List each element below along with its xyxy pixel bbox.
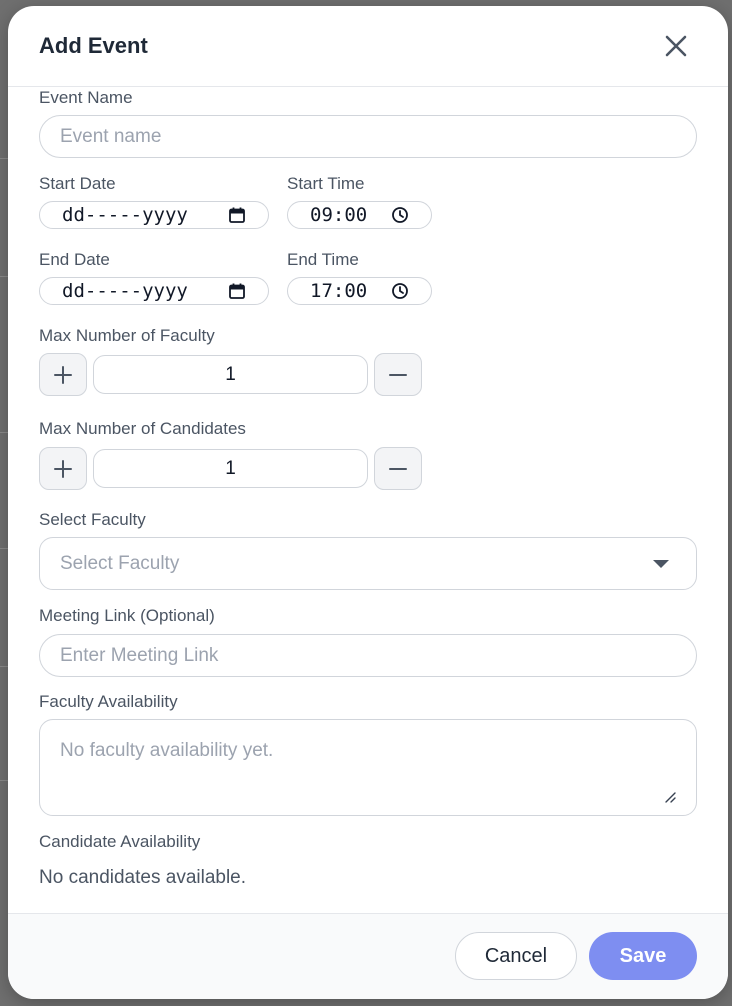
- max-candidates-value[interactable]: 1: [93, 449, 368, 488]
- clock-icon: [392, 283, 408, 299]
- max-faculty-value[interactable]: 1: [93, 355, 368, 394]
- max-faculty-label: Max Number of Faculty: [39, 326, 215, 345]
- event-name-label: Event Name: [39, 88, 133, 107]
- max-faculty-decrement-button[interactable]: [374, 353, 422, 396]
- minus-icon: [389, 373, 407, 376]
- add-event-modal: Add Event Event Name Start Date Start Ti…: [8, 6, 728, 999]
- modal-footer: Cancel Save: [8, 913, 728, 999]
- modal-title: Add Event: [39, 33, 148, 58]
- faculty-availability-label: Faculty Availability: [39, 692, 178, 711]
- plus-icon: [54, 459, 72, 478]
- candidate-availability-label: Candidate Availability: [39, 832, 201, 851]
- candidate-availability-empty-text: No candidates available.: [39, 867, 247, 888]
- modal-header: Add Event: [8, 6, 728, 87]
- end-time-value: 17:00: [310, 280, 368, 302]
- minus-icon: [389, 467, 407, 470]
- end-time-input[interactable]: 17:00: [287, 277, 432, 305]
- event-name-input[interactable]: [39, 115, 697, 158]
- end-date-input[interactable]: dd-----yyyy: [39, 277, 269, 305]
- save-button[interactable]: Save: [589, 932, 697, 980]
- start-time-input[interactable]: 09:00: [287, 201, 432, 229]
- modal-body: Event Name Start Date Start Time dd-----…: [8, 87, 728, 913]
- resize-handle-icon[interactable]: [662, 789, 676, 803]
- select-faculty-placeholder: Select Faculty: [60, 552, 180, 574]
- start-date-label: Start Date: [39, 174, 116, 193]
- cancel-button[interactable]: Cancel: [455, 932, 577, 980]
- max-faculty-increment-button[interactable]: [39, 353, 87, 396]
- faculty-availability-textarea[interactable]: No faculty availability yet.: [39, 719, 697, 816]
- end-date-value: dd-----yyyy: [62, 280, 188, 302]
- max-candidates-label: Max Number of Candidates: [39, 419, 246, 438]
- caret-down-icon: [653, 559, 669, 568]
- start-date-value: dd-----yyyy: [62, 204, 188, 226]
- end-time-label: End Time: [287, 250, 359, 269]
- close-icon: [665, 35, 687, 57]
- start-time-value: 09:00: [310, 204, 368, 226]
- plus-icon: [54, 365, 72, 384]
- max-candidates-decrement-button[interactable]: [374, 447, 422, 490]
- close-button[interactable]: [662, 32, 690, 60]
- end-date-label: End Date: [39, 250, 110, 269]
- meeting-link-input[interactable]: [39, 634, 697, 677]
- calendar-icon: [229, 207, 245, 223]
- max-candidates-increment-button[interactable]: [39, 447, 87, 490]
- meeting-link-label: Meeting Link (Optional): [39, 606, 215, 625]
- faculty-availability-placeholder: No faculty availability yet.: [60, 740, 274, 761]
- start-date-input[interactable]: dd-----yyyy: [39, 201, 269, 229]
- clock-icon: [392, 207, 408, 223]
- start-time-label: Start Time: [287, 174, 365, 193]
- select-faculty-label: Select Faculty: [39, 510, 146, 529]
- calendar-icon: [229, 283, 245, 299]
- select-faculty-dropdown[interactable]: Select Faculty: [39, 537, 697, 590]
